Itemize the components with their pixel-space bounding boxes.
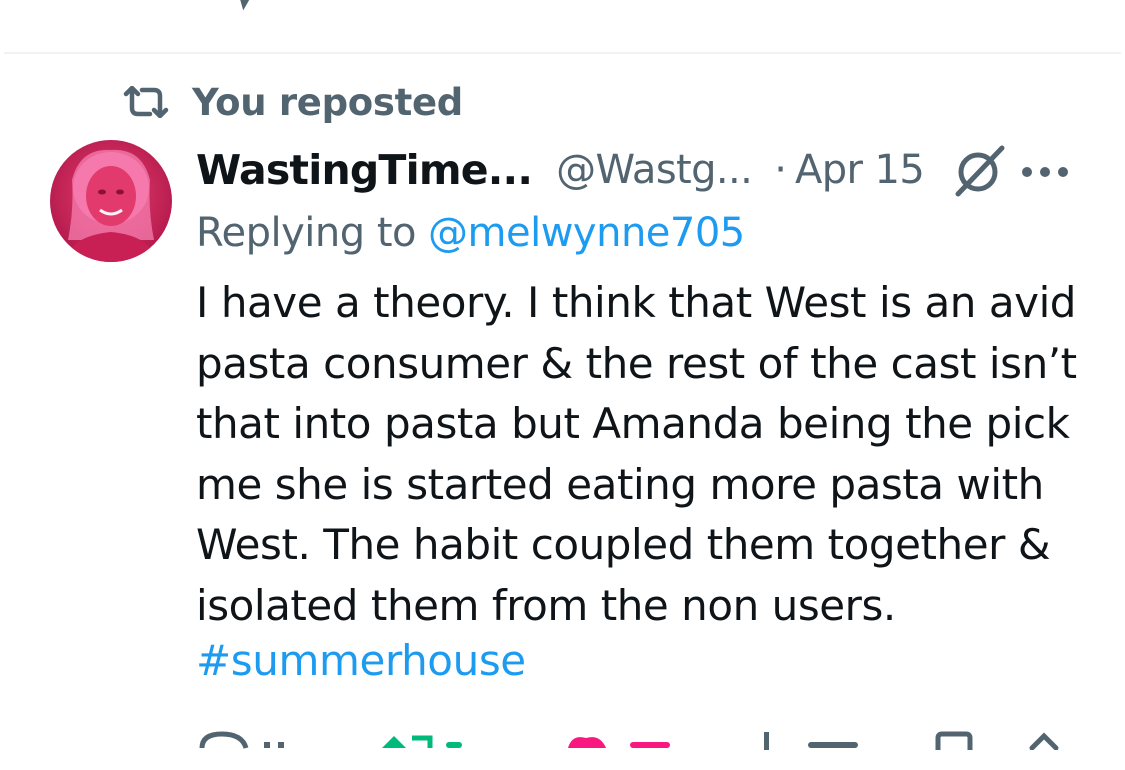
reply-icon[interactable]: [198, 730, 308, 750]
avatar[interactable]: [50, 140, 172, 262]
previous-tweet-action-bar: [0, 0, 1125, 12]
tweet-text: I have a theory. I think that West is an…: [196, 278, 1077, 630]
hashtag-link[interactable]: #summerhouse: [196, 636, 526, 685]
bookmark-icon[interactable]: [934, 730, 978, 750]
replying-to: Replying to @melwynne705: [196, 210, 745, 264]
repost-icon: [123, 86, 169, 118]
tweet-header: WastingTime... @Wastg... · Apr 15: [196, 142, 1010, 198]
mention-link[interactable]: @melwynne705: [428, 210, 745, 256]
reply-icon[interactable]: [200, 0, 280, 12]
display-name[interactable]: WastingTime...: [196, 146, 533, 194]
bookmark-icon[interactable]: [936, 0, 976, 12]
user-handle[interactable]: @Wastg...: [556, 147, 753, 193]
repost-label: You reposted: [192, 80, 463, 124]
share-icon[interactable]: [1022, 0, 1072, 12]
tweet-date[interactable]: Apr 15: [795, 147, 925, 193]
like-icon[interactable]: [572, 0, 712, 12]
views-icon[interactable]: [760, 730, 870, 750]
tweet-action-bar: [0, 730, 1125, 770]
share-icon[interactable]: [1026, 730, 1070, 750]
repost-banner[interactable]: You reposted: [120, 78, 463, 126]
like-icon[interactable]: [564, 730, 684, 750]
avatar-image: [50, 140, 172, 262]
more-options-icon[interactable]: [1018, 155, 1072, 189]
tweet-divider: [4, 52, 1121, 54]
views-icon[interactable]: [750, 0, 910, 12]
repost-icon[interactable]: [378, 730, 478, 750]
grok-icon[interactable]: [950, 140, 1010, 200]
separator-dot: ·: [774, 147, 787, 193]
repost-icon[interactable]: [380, 0, 480, 12]
replying-prefix: Replying to: [196, 210, 417, 256]
